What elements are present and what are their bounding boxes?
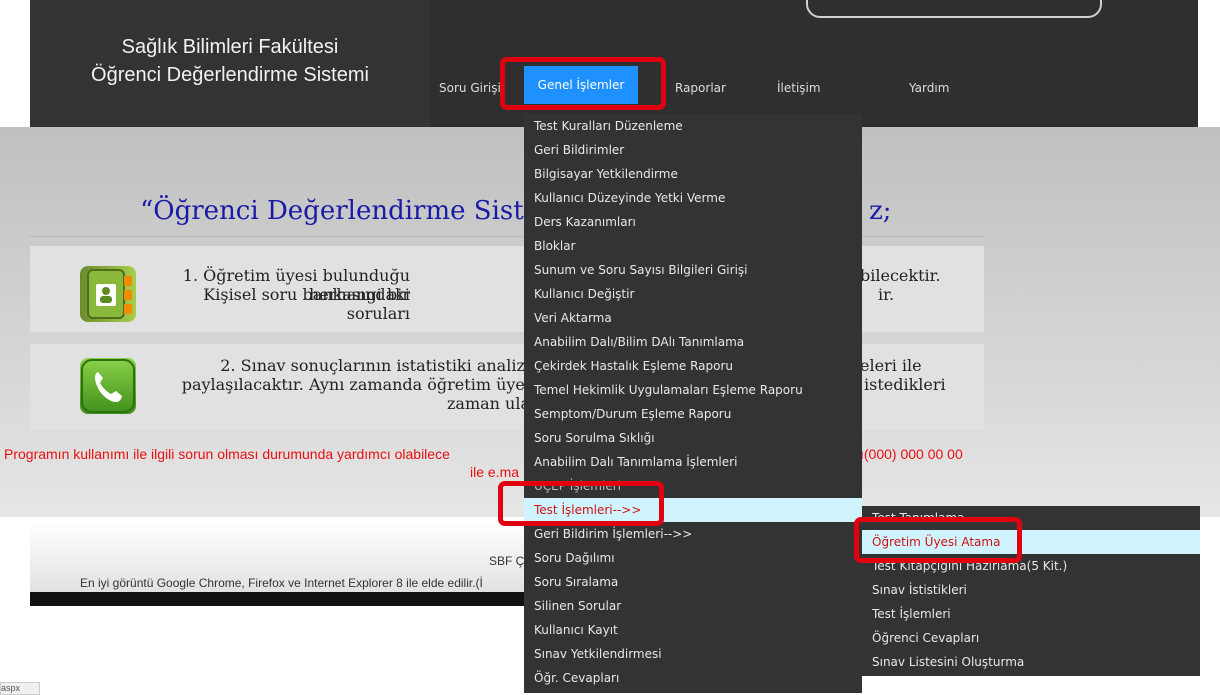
highlight-test-islemleri xyxy=(498,481,664,526)
panel2-line2-left: paylaşılacaktır. Aynı zamanda öğretim üy… xyxy=(181,375,530,394)
menu-item-7[interactable]: Kullanıcı Değiştir xyxy=(524,282,862,306)
submenu-item-6[interactable]: Sınav Listesini Oluşturma xyxy=(862,650,1200,674)
menu-item-12[interactable]: Semptom/Durum Eşleme Raporu xyxy=(524,402,862,426)
nav-iletisim[interactable]: İletişim xyxy=(777,81,821,95)
nav-yardim[interactable]: Yardım xyxy=(909,81,949,95)
submenu-item-4[interactable]: Test İşlemleri xyxy=(862,602,1200,626)
menu-item-19[interactable]: Soru Sıralama xyxy=(524,570,862,594)
menu-item-11[interactable]: Temel Hekimlik Uygulamaları Eşleme Rapor… xyxy=(524,378,862,402)
menu-item-5[interactable]: Bloklar xyxy=(524,234,862,258)
menu-item-13[interactable]: Soru Sorulma Sıklığı xyxy=(524,426,862,450)
panel1-line2-left: Kişisel soru bankasındaki soruları xyxy=(203,285,410,323)
menu-item-23[interactable]: Öğr. Cevapları xyxy=(524,666,862,690)
nav-raporlar[interactable]: Raporlar xyxy=(675,81,726,95)
header-right-margin xyxy=(1198,0,1220,127)
menu-item-3[interactable]: Kullanıcı Düzeyinde Yetki Verme xyxy=(524,186,862,210)
panel2-line1-right: eleri ile xyxy=(860,356,922,375)
panel2-line2-right: istedikleri xyxy=(864,375,946,394)
genel-islemler-dropdown: Test Kuralları Düzenleme Geri Bildirimler… xyxy=(524,114,862,693)
highlight-ogretim-uyesi-atama xyxy=(854,517,1022,563)
panel1-line1-right: bilecektir. xyxy=(860,266,941,285)
menu-item-0[interactable]: Test Kuralları Düzenleme xyxy=(524,114,862,138)
footer-line2: En iyi görüntü Google Chrome, Firefox ve… xyxy=(80,576,483,590)
welcome-heading-text: “Öğrenci Değerlendirme Siste xyxy=(140,196,540,226)
menu-item-10[interactable]: Çekirdek Hastalık Eşleme Raporu xyxy=(524,354,862,378)
menu-item-8[interactable]: Veri Aktarma xyxy=(524,306,862,330)
help-notice-left: Programın kullanımı ile ilgili sorun olm… xyxy=(4,446,450,462)
menu-item-9[interactable]: Anabilim Dalı/Bilim DAlı Tanımlama xyxy=(524,330,862,354)
contacts-book-icon xyxy=(80,266,136,322)
panel2-line3-left: zaman ula xyxy=(446,394,530,413)
panel1-line2-right: ir. xyxy=(878,285,895,304)
brand-subtitle: Öğrenci Değerlendirme Sistemi xyxy=(91,64,369,86)
submenu-item-3[interactable]: Sınav İstistikleri xyxy=(862,578,1200,602)
menu-item-20[interactable]: Silinen Sorular xyxy=(524,594,862,618)
help-notice-phone: ı(000) 000 00 00 xyxy=(860,446,963,462)
menu-item-14[interactable]: Anabilim Dalı Tanımlama İşlemleri xyxy=(524,450,862,474)
submenu-item-5[interactable]: Öğrenci Cevapları xyxy=(862,626,1200,650)
menu-item-4[interactable]: Ders Kazanımları xyxy=(524,210,862,234)
header: Sağlık Bilimleri Fakültesi Öğrenci Değer… xyxy=(0,0,1220,127)
nav-soru-girisi[interactable]: Soru Girişi xyxy=(439,81,501,95)
menu-item-21[interactable]: Kullanıcı Kayıt xyxy=(524,618,862,642)
menu-item-6[interactable]: Sunum ve Soru Sayısı Bilgileri Girişi xyxy=(524,258,862,282)
highlight-genel-islemler xyxy=(500,57,666,110)
panel2-line1-left: 2. Sınav sonuçlarının istatistiki analiz… xyxy=(220,356,530,375)
welcome-heading-tail: z; xyxy=(869,196,892,226)
footer-line1: SBF Ç xyxy=(489,554,525,568)
menu-item-18[interactable]: Soru Dağılımı xyxy=(524,546,862,570)
help-notice-email: ile e.ma xyxy=(470,464,520,480)
header-left-margin xyxy=(0,0,30,127)
search-box[interactable] xyxy=(806,0,1102,18)
menu-item-2[interactable]: Bilgisayar Yetkilendirme xyxy=(524,162,862,186)
status-tab: aspx xyxy=(0,682,40,695)
menu-item-22[interactable]: Sınav Yetkilendirmesi xyxy=(524,642,862,666)
menu-item-1[interactable]: Geri Bildirimler xyxy=(524,138,862,162)
brand-block[interactable]: Sağlık Bilimleri Fakültesi Öğrenci Değer… xyxy=(30,0,430,127)
brand-title: Sağlık Bilimleri Fakültesi xyxy=(121,36,339,58)
